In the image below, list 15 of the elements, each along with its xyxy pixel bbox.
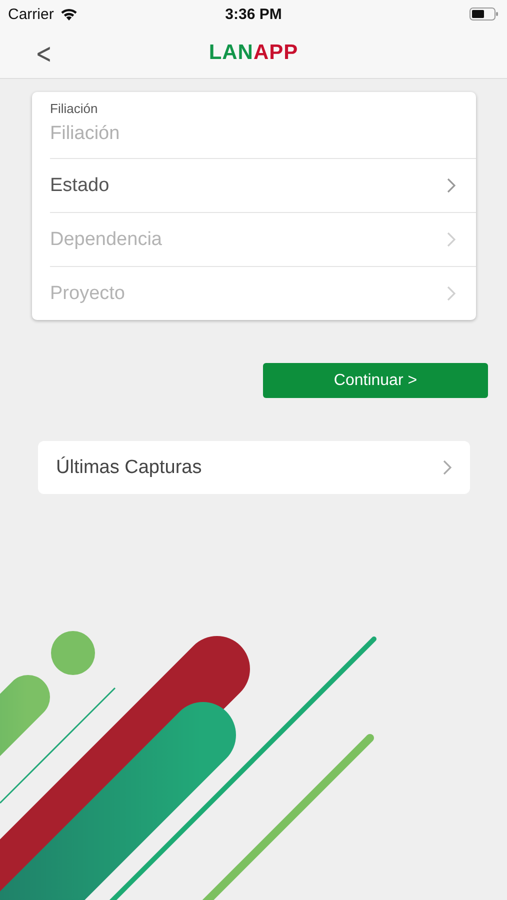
field-label: Filiación — [50, 101, 99, 116]
chevron-right-icon — [447, 286, 456, 301]
carrier-name: Carrier — [8, 6, 54, 22]
recent-captures-row[interactable]: Últimas Capturas — [38, 441, 470, 494]
select-row[interactable]: Estado — [50, 159, 476, 213]
continue-button[interactable]: Continuar > — [263, 363, 488, 398]
wifi-icon — [60, 8, 78, 20]
back-button[interactable]: < — [32, 37, 55, 70]
status-time: 3:36 PM — [225, 6, 282, 22]
chevron-right-icon — [447, 232, 456, 247]
chevron-right-icon — [443, 460, 452, 475]
filiation-field[interactable]: Filiación — [50, 116, 476, 152]
chevron-right-icon — [447, 178, 456, 193]
battery-icon — [469, 7, 500, 21]
app-logo: LANAPP — [208, 41, 298, 65]
